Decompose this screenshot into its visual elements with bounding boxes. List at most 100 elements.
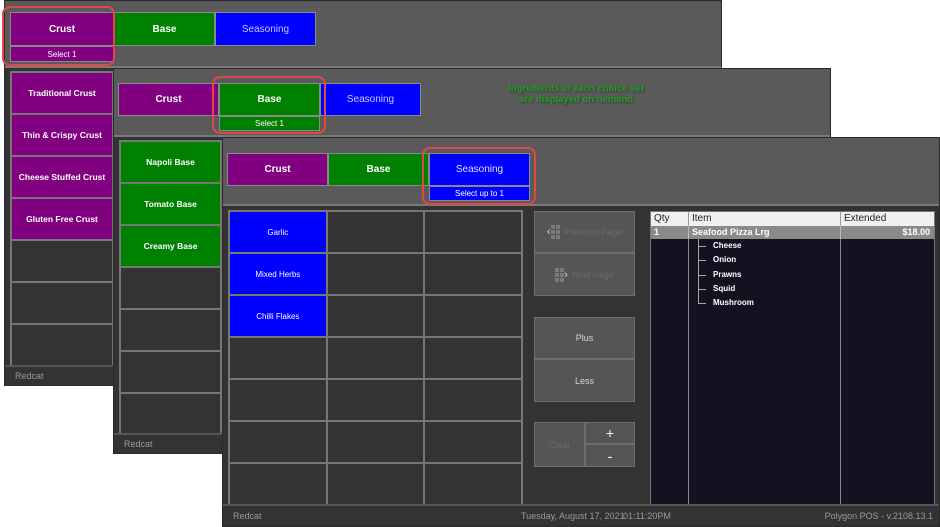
column-header-item[interactable]: Item [689, 212, 841, 226]
tab-seasoning-select-hint: Select up to 1 [429, 186, 530, 201]
modifier-item[interactable]: Prawns [689, 267, 934, 283]
tab-crust-label: Crust [264, 164, 291, 175]
brand-label: Redcat [233, 511, 262, 521]
pos-window-seasoning: Crust Base Seasoning Select up to 1 Garl… [222, 137, 940, 527]
option-cheese-stuffed-crust[interactable]: Cheese Stuffed Crust [12, 157, 112, 199]
order-table-header: Qty Item Extended [651, 212, 934, 226]
modifier-item[interactable]: Onion [689, 253, 934, 269]
empty-option-slot [425, 464, 521, 504]
empty-option-slot [425, 212, 521, 252]
option-label: Thin & Crispy Crust [22, 130, 102, 140]
option-garlic[interactable]: Garlic [230, 212, 326, 252]
option-label: Napoli Base [146, 157, 195, 167]
option-label: Gluten Free Crust [26, 214, 98, 224]
modifier-label: Cheese [713, 241, 742, 250]
tab-crust[interactable]: Crust [10, 12, 114, 46]
modifier-label: Onion [713, 255, 737, 265]
option-gluten-free-crust[interactable]: Gluten Free Crust [12, 199, 112, 241]
empty-option-slot [327, 254, 424, 294]
empty-option-slot [425, 296, 521, 336]
option-tomato-base[interactable]: Tomato Base [121, 184, 220, 226]
option-napoli-base[interactable]: Napoli Base [121, 142, 220, 184]
empty-option-slot [327, 464, 424, 504]
empty-option-slot [12, 241, 112, 283]
tab-crust-select-hint: Select 1 [10, 46, 114, 62]
option-mixed-herbs[interactable]: Mixed Herbs [230, 254, 326, 294]
option-label: Cheese Stuffed Crust [18, 172, 106, 182]
empty-option-slot [230, 338, 326, 378]
tree-branch-icon [698, 239, 706, 247]
previous-page-button[interactable]: ‹ Previous Page [534, 211, 635, 253]
column-header-qty[interactable]: Qty [651, 212, 689, 226]
empty-option-slot [230, 422, 326, 462]
select-hint-text: Select 1 [255, 119, 284, 128]
empty-option-slot [121, 352, 220, 394]
modifier-label: Squid [713, 283, 736, 293]
tree-branch-icon [698, 296, 706, 305]
empty-option-slot [327, 212, 424, 252]
option-label: Mixed Herbs [255, 269, 301, 279]
crust-options-list: Traditional Crust Thin & Crispy Crust Ch… [10, 71, 114, 367]
tab-base[interactable]: Base [219, 83, 320, 116]
less-label: Less [574, 375, 594, 386]
tab-base[interactable]: Base [328, 153, 429, 186]
empty-option-slot [425, 338, 521, 378]
order-line-extended: $18.00 [902, 227, 930, 237]
empty-option-slot [12, 283, 112, 325]
brand-label: Redcat [124, 439, 153, 449]
tab-base-label: Base [257, 94, 282, 105]
tree-branch-icon [698, 267, 706, 276]
empty-option-slot [327, 338, 424, 378]
seasoning-options-grid: Garlic Mixed Herbs Chilli Flakes [228, 210, 523, 506]
date-label: Tuesday, August 17, 2021 [521, 511, 625, 521]
tab-base-label: Base [152, 23, 177, 35]
option-label: Garlic [267, 227, 289, 237]
increment-button[interactable]: + [585, 422, 635, 444]
modifier-item[interactable]: Cheese [689, 239, 934, 254]
tab-base-select-hint: Select 1 [219, 116, 320, 131]
order-line-item: Seafood Pizza Lrg [689, 226, 841, 239]
less-button[interactable]: Less [534, 359, 635, 402]
tab-crust[interactable]: Crust [227, 153, 328, 186]
option-thin-crispy-crust[interactable]: Thin & Crispy Crust [12, 115, 112, 157]
option-chilli-flakes[interactable]: Chilli Flakes [230, 296, 326, 336]
order-panel: Qty Item Extended 1 Seafood Pizza Lrg $1… [650, 211, 935, 505]
time-label: 01:11:20PM [623, 511, 671, 521]
annotation-note: Ingredients in each choice set are displ… [506, 83, 646, 105]
modifier-label: Prawns [713, 269, 742, 279]
plus-icon: + [605, 425, 615, 441]
select-hint-text: Select 1 [47, 49, 77, 59]
plus-button[interactable]: Plus [534, 317, 635, 359]
order-line-selected[interactable]: 1 Seafood Pizza Lrg $18.00 [651, 226, 934, 239]
tab-seasoning[interactable]: Seasoning [429, 153, 530, 186]
empty-option-slot [121, 394, 220, 436]
tab-seasoning[interactable]: Seasoning [320, 83, 421, 116]
clear-label: Clear [548, 439, 571, 450]
modifier-item[interactable]: Squid [689, 281, 934, 297]
status-bar: Redcat Tuesday, August 17, 2021 01:11:20… [223, 504, 939, 526]
previous-page-label: Previous Page [563, 227, 623, 237]
modifier-label: Mushroom [713, 298, 754, 308]
empty-option-slot [327, 380, 424, 420]
column-header-extended[interactable]: Extended [841, 212, 934, 226]
previous-page-icon: ‹ [547, 225, 560, 239]
clear-button[interactable]: Clear [534, 422, 585, 467]
tab-seasoning-label: Seasoning [455, 164, 504, 175]
option-creamy-base[interactable]: Creamy Base [121, 226, 220, 268]
modifier-item[interactable]: Mushroom [689, 296, 934, 310]
annotation-text: Ingredients in each choice set are displ… [508, 83, 644, 105]
empty-option-slot [425, 254, 521, 294]
option-traditional-crust[interactable]: Traditional Crust [12, 73, 112, 115]
tab-crust-label: Crust [48, 23, 76, 35]
base-options-list: Napoli Base Tomato Base Creamy Base [119, 140, 222, 436]
tab-base[interactable]: Base [114, 12, 215, 46]
empty-option-slot [425, 380, 521, 420]
tab-seasoning[interactable]: Seasoning [215, 12, 316, 46]
empty-option-slot [425, 422, 521, 462]
tab-crust[interactable]: Crust [118, 83, 219, 116]
decrement-button[interactable]: - [585, 444, 635, 467]
modifier-list: Cheese Onion Prawns Squid Mushroom [689, 239, 934, 310]
tab-seasoning-label: Seasoning [346, 94, 395, 105]
next-page-button[interactable]: › Next Page [534, 253, 635, 296]
empty-option-slot [121, 268, 220, 310]
